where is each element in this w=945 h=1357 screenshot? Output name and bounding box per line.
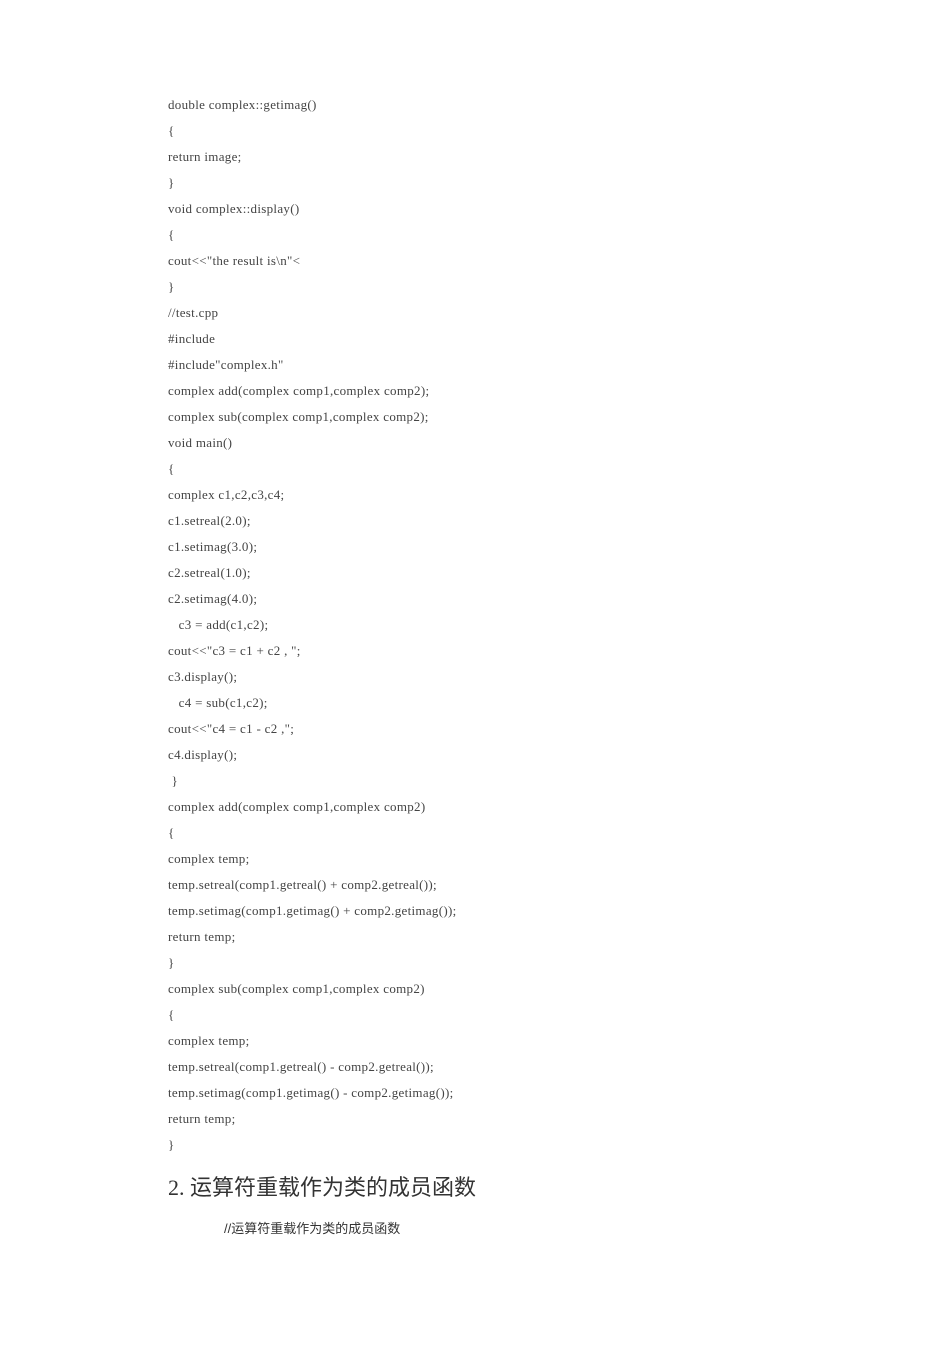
code-line: void main() [168,430,945,456]
code-line: c3.display(); [168,664,945,690]
code-line: temp.setreal(comp1.getreal() - comp2.get… [168,1054,945,1080]
code-line: cout<<"c3 = c1 + c2 , "; [168,638,945,664]
code-line: { [168,456,945,482]
code-line: } [168,1132,945,1158]
code-line: } [168,274,945,300]
code-line: { [168,1002,945,1028]
code-line: complex temp; [168,1028,945,1054]
code-line: cout<<"c4 = c1 - c2 ,"; [168,716,945,742]
code-line: c3 = add(c1,c2); [168,612,945,638]
document-page: double complex::getimag() { return image… [0,0,945,1357]
code-line: complex temp; [168,846,945,872]
code-line: return temp; [168,1106,945,1132]
code-line: //test.cpp [168,300,945,326]
code-line: } [168,768,945,794]
code-line: c2.setimag(4.0); [168,586,945,612]
code-line: return temp; [168,924,945,950]
code-comment: //运算符重载作为类的成员函数 [168,1218,945,1237]
code-line: { [168,118,945,144]
code-line: void complex::display() [168,196,945,222]
code-line: #include [168,326,945,352]
code-line: complex sub(complex comp1,complex comp2)… [168,404,945,430]
code-line: c4.display(); [168,742,945,768]
code-line: complex sub(complex comp1,complex comp2) [168,976,945,1002]
code-line: c1.setimag(3.0); [168,534,945,560]
code-line: temp.setreal(comp1.getreal() + comp2.get… [168,872,945,898]
code-line: c1.setreal(2.0); [168,508,945,534]
code-line: c4 = sub(c1,c2); [168,690,945,716]
code-line: { [168,820,945,846]
code-line: temp.setimag(comp1.getimag() + comp2.get… [168,898,945,924]
code-line: } [168,950,945,976]
section-heading: 2. 运算符重载作为类的成员函数 [168,1168,945,1208]
code-line: return image; [168,144,945,170]
code-line: complex add(complex comp1,complex comp2) [168,794,945,820]
code-line: cout<<"the result is\n"< [168,248,945,274]
code-line: complex add(complex comp1,complex comp2)… [168,378,945,404]
code-line: double complex::getimag() [168,92,945,118]
code-line: } [168,170,945,196]
code-line: c2.setreal(1.0); [168,560,945,586]
code-line: #include"complex.h" [168,352,945,378]
code-line: complex c1,c2,c3,c4; [168,482,945,508]
code-line: temp.setimag(comp1.getimag() - comp2.get… [168,1080,945,1106]
code-line: { [168,222,945,248]
